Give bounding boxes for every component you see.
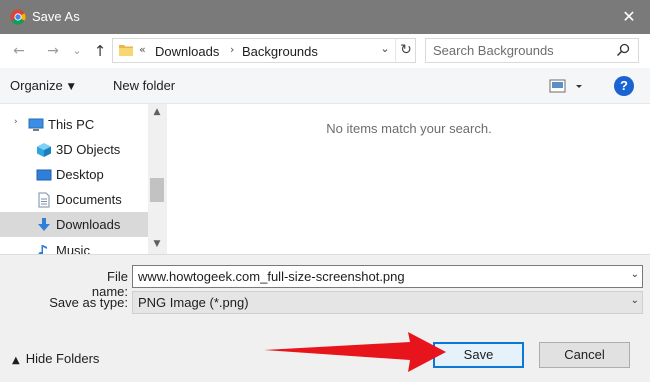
save-as-type-label: Save as type:: [49, 295, 128, 310]
change-view-button[interactable]: [548, 77, 588, 95]
cancel-button[interactable]: Cancel: [539, 342, 630, 368]
chrome-icon: [10, 9, 26, 25]
nav-item-label: Music: [56, 243, 90, 254]
folder-icon: [119, 45, 133, 56]
nav-item-this-pc[interactable]: › This PC: [0, 112, 148, 137]
computer-icon: [28, 118, 44, 131]
breadcrumb-backgrounds[interactable]: Backgrounds: [242, 44, 318, 59]
close-icon[interactable]: ✕: [618, 6, 640, 28]
help-icon[interactable]: ?: [614, 76, 634, 96]
address-dropdown-icon[interactable]: ⌄: [377, 42, 393, 55]
document-icon: [38, 192, 50, 208]
save-as-type-select[interactable]: PNG Image (*.png) ⌄: [132, 291, 643, 314]
hide-folders-caret-icon: ▲: [12, 355, 20, 366]
search-icon[interactable]: [616, 43, 630, 57]
address-row: ← → ⌄ ↑ « Downloads › Backgrounds ⌄ ↻: [0, 34, 650, 68]
music-note-icon: [38, 245, 47, 254]
search-box[interactable]: [425, 38, 639, 63]
cube-icon: [37, 143, 51, 157]
recent-locations-chevron-icon[interactable]: ⌄: [68, 42, 86, 60]
back-arrow-icon[interactable]: ←: [10, 42, 28, 60]
desktop-icon: [36, 169, 52, 181]
scroll-down-icon[interactable]: ▼: [148, 236, 166, 252]
hide-folders-button[interactable]: ▲ Hide Folders: [12, 351, 99, 366]
empty-state-message: No items match your search.: [326, 121, 492, 136]
organize-label: Organize: [10, 78, 63, 93]
save-as-type-value: PNG Image (*.png): [138, 295, 249, 310]
save-type-dropdown-icon[interactable]: ⌄: [631, 295, 639, 306]
file-name-field[interactable]: www.howtogeek.com_full-size-screenshot.p…: [132, 265, 643, 288]
file-name-value[interactable]: www.howtogeek.com_full-size-screenshot.p…: [138, 269, 405, 284]
breadcrumb-downloads[interactable]: Downloads: [155, 44, 219, 59]
file-list-area[interactable]: No items match your search.: [166, 104, 650, 254]
nav-item-label: Documents: [56, 192, 122, 207]
nav-item-label: This PC: [48, 117, 95, 132]
command-toolbar: Organize ▼ New folder ?: [0, 68, 650, 104]
view-options-icon: [549, 79, 582, 93]
organize-caret-icon: ▼: [67, 82, 75, 92]
nav-item-label: Desktop: [56, 167, 104, 182]
breadcrumb-separator-icon[interactable]: ›: [230, 43, 234, 56]
nav-item-3d-objects[interactable]: 3D Objects: [0, 137, 148, 162]
nav-item-downloads[interactable]: Downloads: [0, 212, 148, 237]
search-input[interactable]: [426, 39, 611, 62]
new-folder-button[interactable]: New folder: [113, 78, 175, 93]
window-title: Save As: [32, 9, 80, 24]
save-button[interactable]: Save: [433, 342, 524, 368]
nav-item-desktop[interactable]: Desktop: [0, 162, 148, 187]
refresh-icon[interactable]: ↻: [395, 39, 416, 62]
file-name-dropdown-icon[interactable]: ⌄: [631, 269, 639, 280]
scrollbar-thumb[interactable]: [150, 178, 164, 202]
navigation-pane: › This PC 3D Objects Desktop Documents D…: [0, 104, 166, 254]
expand-chevron-icon[interactable]: ›: [14, 117, 18, 127]
up-arrow-icon[interactable]: ↑: [91, 42, 109, 60]
nav-item-label: Downloads: [56, 217, 121, 232]
hide-folders-label: Hide Folders: [25, 351, 100, 366]
nav-item-music[interactable]: Music: [0, 238, 148, 254]
nav-item-label: 3D Objects: [56, 142, 121, 157]
nav-pane-scrollbar[interactable]: ▲ ▼: [148, 104, 166, 254]
breadcrumb-overflow-icon[interactable]: «: [139, 43, 146, 56]
address-bar[interactable]: « Downloads › Backgrounds ⌄ ↻: [112, 38, 416, 63]
download-arrow-icon: [38, 218, 50, 231]
title-bar: Save As ✕: [0, 0, 650, 34]
nav-item-documents[interactable]: Documents: [0, 187, 148, 212]
save-form-panel: File name: www.howtogeek.com_full-size-s…: [0, 254, 650, 382]
forward-arrow-icon[interactable]: →: [44, 42, 62, 60]
scroll-up-icon[interactable]: ▲: [148, 104, 166, 120]
organize-button[interactable]: Organize ▼: [10, 78, 75, 93]
